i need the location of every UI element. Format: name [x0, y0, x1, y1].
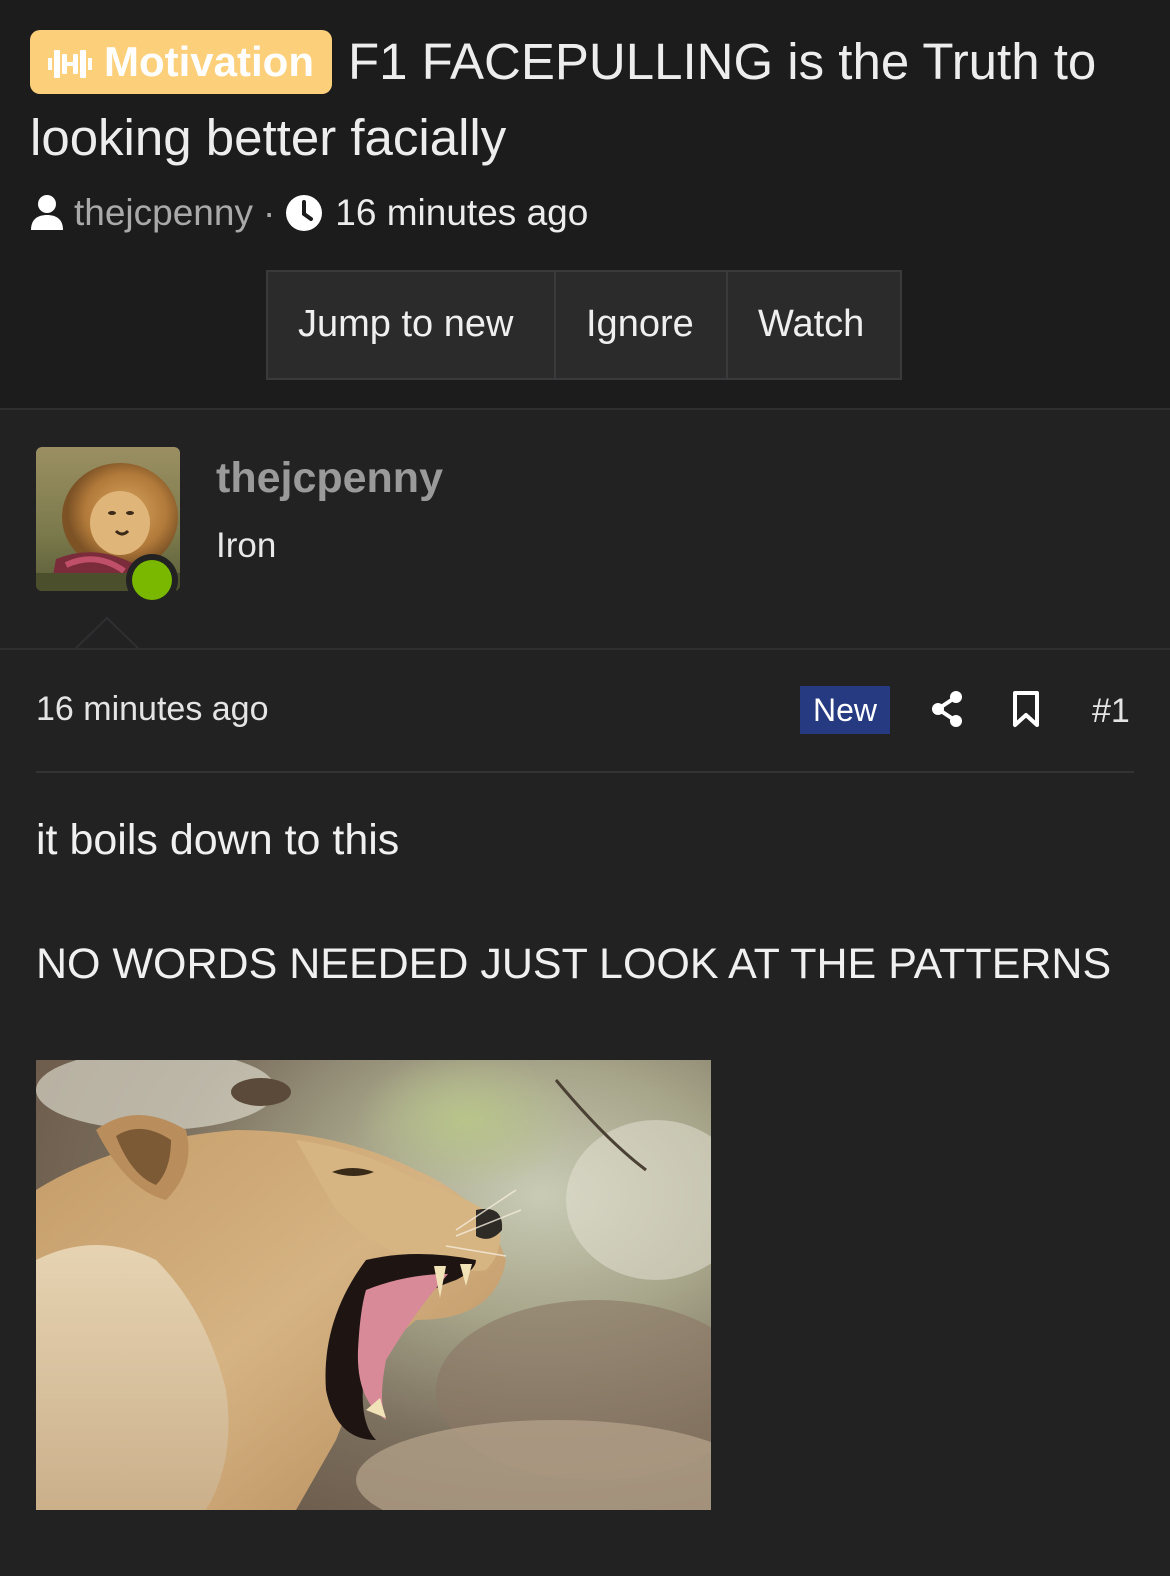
user-icon: [30, 194, 64, 232]
meta-separator: ·: [262, 192, 276, 233]
post-divider: [36, 771, 1134, 773]
post-image-lioness[interactable]: [36, 1060, 711, 1510]
thread-page: Motivation F1 FACEPULLING is the Truth to…: [0, 0, 1170, 1576]
bookmark-icon[interactable]: [1012, 690, 1040, 733]
post-username[interactable]: thejcpenny: [216, 454, 443, 503]
ignore-button[interactable]: Ignore: [556, 272, 728, 378]
dumbbell-icon: [48, 50, 92, 78]
thread-title: Motivation F1 FACEPULLING is the Truth to…: [30, 24, 1140, 176]
thread-time-link[interactable]: 16 minutes ago: [335, 192, 588, 234]
user-title: Iron: [216, 526, 277, 565]
thread-header: Motivation F1 FACEPULLING is the Truth to…: [0, 0, 1170, 408]
post-time-link[interactable]: 16 minutes ago: [36, 690, 269, 729]
thread-author-link[interactable]: thejcpenny: [74, 192, 253, 234]
new-badge: New: [800, 686, 890, 734]
post: 16 minutes ago New #1 it boils down to t…: [0, 648, 1170, 1576]
online-status-indicator: [126, 554, 178, 606]
thread-actions: Jump to new Ignore Watch: [266, 270, 902, 380]
post-text-line: it boils down to this: [36, 816, 400, 864]
clock-icon: [285, 194, 323, 232]
prefix-badge[interactable]: Motivation: [30, 30, 332, 94]
watch-button[interactable]: Watch: [728, 272, 900, 378]
post-user-block: thejcpenny Iron: [0, 408, 1170, 652]
share-icon[interactable]: [930, 690, 964, 733]
thread-meta: thejcpenny · 16 minutes ago: [30, 190, 588, 236]
post-text-line: NO WORDS NEEDED JUST LOOK AT THE PATTERN…: [36, 940, 1112, 988]
jump-to-new-button[interactable]: Jump to new: [268, 272, 556, 378]
post-number-link[interactable]: #1: [1092, 692, 1130, 731]
prefix-label: Motivation: [104, 38, 314, 85]
